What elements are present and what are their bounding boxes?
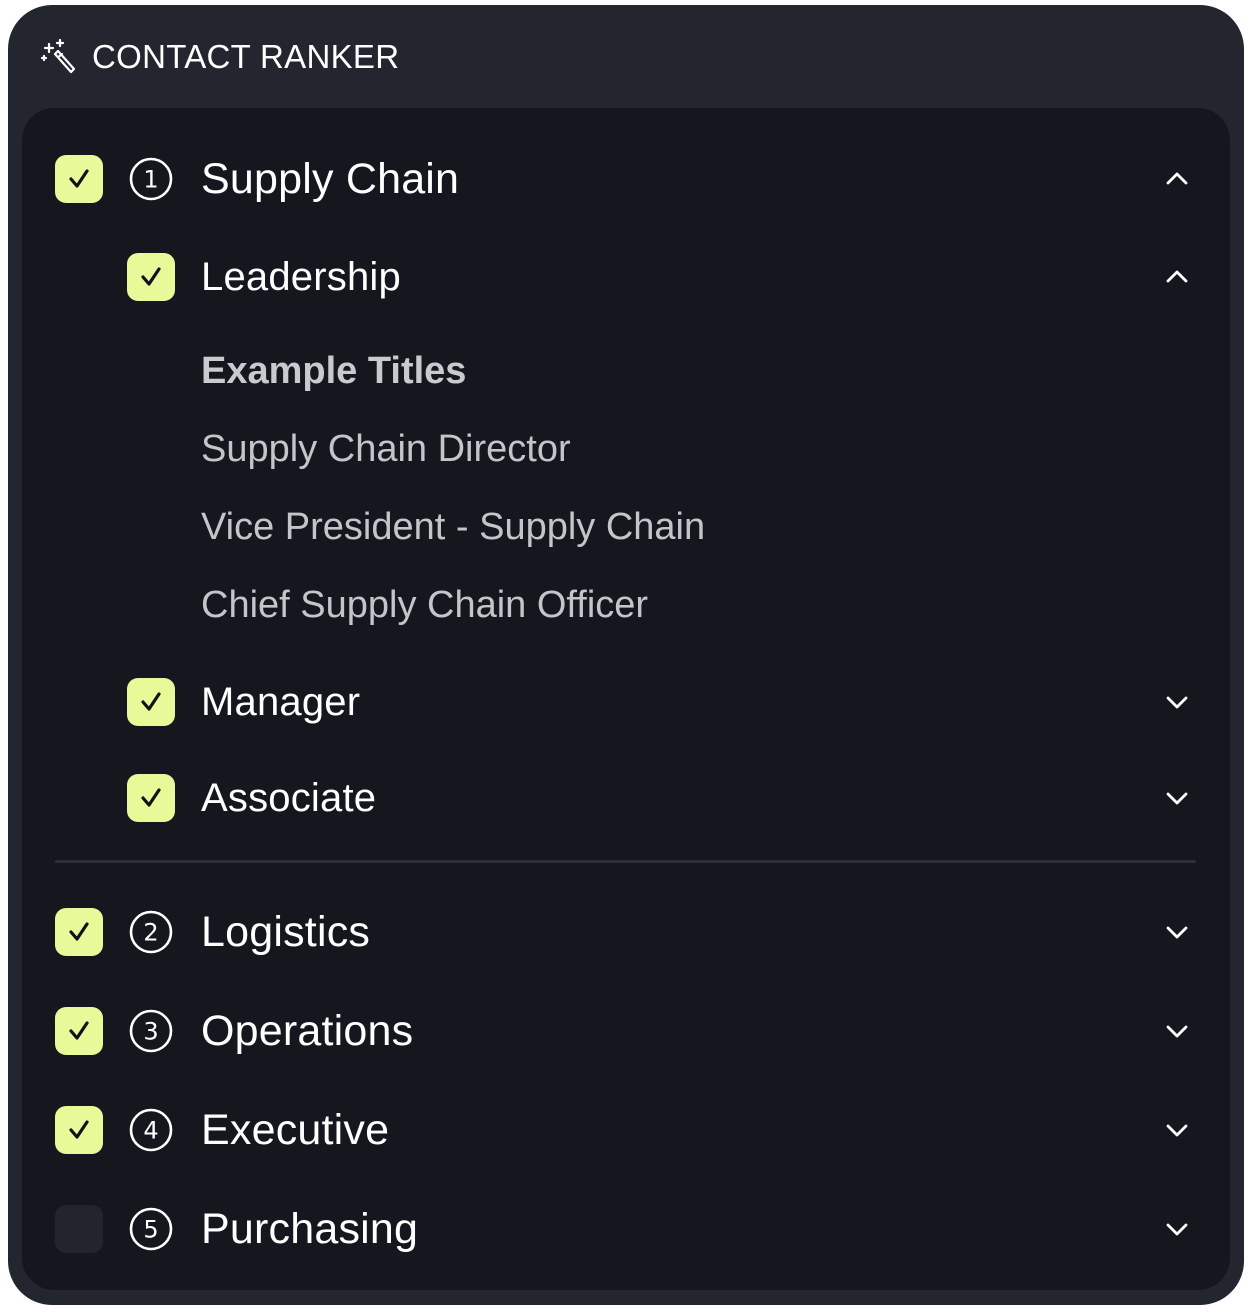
checkmark-icon xyxy=(141,788,161,807)
chevron-up-icon[interactable] xyxy=(1162,262,1192,292)
rank-2-icon: 2 xyxy=(129,910,173,954)
rank-3-icon: 3 xyxy=(129,1009,173,1053)
department-label: Supply Chain xyxy=(201,154,460,203)
contact-ranker-card: CONTACT RANKER 1 Supply Chain Leadership… xyxy=(8,5,1244,1305)
level-label: Leadership xyxy=(201,254,401,299)
example-title: Vice President - Supply Chain xyxy=(201,506,706,548)
department-row-executive[interactable]: 4 Executive xyxy=(22,1102,1230,1158)
chevron-down-icon[interactable] xyxy=(1162,1016,1192,1046)
department-row-supply-chain[interactable]: 1 Supply Chain xyxy=(22,151,1230,207)
svg-text:3: 3 xyxy=(143,1018,158,1046)
department-label: Logistics xyxy=(201,907,371,956)
svg-text:2: 2 xyxy=(143,919,158,947)
checkmark-icon xyxy=(141,692,161,711)
svg-text:5: 5 xyxy=(143,1216,158,1244)
card-header: CONTACT RANKER xyxy=(8,5,1244,109)
checkbox-manager[interactable] xyxy=(127,678,175,726)
chevron-down-icon[interactable] xyxy=(1162,1214,1192,1244)
rank-5-icon: 5 xyxy=(129,1207,173,1251)
checkbox-associate[interactable] xyxy=(127,774,175,822)
rank-1-icon: 1 xyxy=(129,157,173,201)
checkmark-icon xyxy=(69,169,89,188)
department-row-purchasing[interactable]: 5 Purchasing xyxy=(22,1201,1230,1257)
level-label: Associate xyxy=(201,775,377,820)
rank-4-icon: 4 xyxy=(129,1108,173,1152)
svg-text:4: 4 xyxy=(143,1117,158,1145)
checkmark-icon xyxy=(69,1120,89,1139)
level-row-associate[interactable]: Associate xyxy=(22,770,1230,826)
svg-text:1: 1 xyxy=(143,166,158,194)
chevron-down-icon[interactable] xyxy=(1162,917,1192,947)
example-title: Chief Supply Chain Officer xyxy=(201,584,649,626)
checkmark-icon xyxy=(69,922,89,941)
checkbox-leadership[interactable] xyxy=(127,253,175,301)
chevron-down-icon[interactable] xyxy=(1162,1115,1192,1145)
checkmark-icon xyxy=(141,267,161,286)
checkbox-operations[interactable] xyxy=(55,1007,103,1055)
chevron-down-icon[interactable] xyxy=(1162,687,1192,717)
divider xyxy=(55,860,1196,863)
department-row-operations[interactable]: 3 Operations xyxy=(22,1003,1230,1059)
checkmark-icon xyxy=(69,1021,89,1040)
chevron-up-icon[interactable] xyxy=(1162,164,1192,194)
chevron-down-icon[interactable] xyxy=(1162,783,1192,813)
department-list: 1 Supply Chain Leadership Example Titles… xyxy=(22,108,1230,1290)
example-titles-heading: Example Titles xyxy=(201,350,467,392)
level-row-manager[interactable]: Manager xyxy=(22,674,1230,730)
level-label: Manager xyxy=(201,679,361,724)
example-title: Supply Chain Director xyxy=(201,428,571,470)
checkbox-logistics[interactable] xyxy=(55,908,103,956)
checkbox-supply-chain[interactable] xyxy=(55,155,103,203)
department-label: Executive xyxy=(201,1105,390,1154)
level-row-leadership[interactable]: Leadership xyxy=(22,249,1230,305)
magic-wand-icon xyxy=(40,38,76,74)
department-row-logistics[interactable]: 2 Logistics xyxy=(22,904,1230,960)
app-title: CONTACT RANKER xyxy=(92,38,400,75)
department-label: Operations xyxy=(201,1006,414,1055)
checkbox-executive[interactable] xyxy=(55,1106,103,1154)
department-label: Purchasing xyxy=(201,1204,419,1253)
checkbox-purchasing[interactable] xyxy=(55,1205,103,1253)
